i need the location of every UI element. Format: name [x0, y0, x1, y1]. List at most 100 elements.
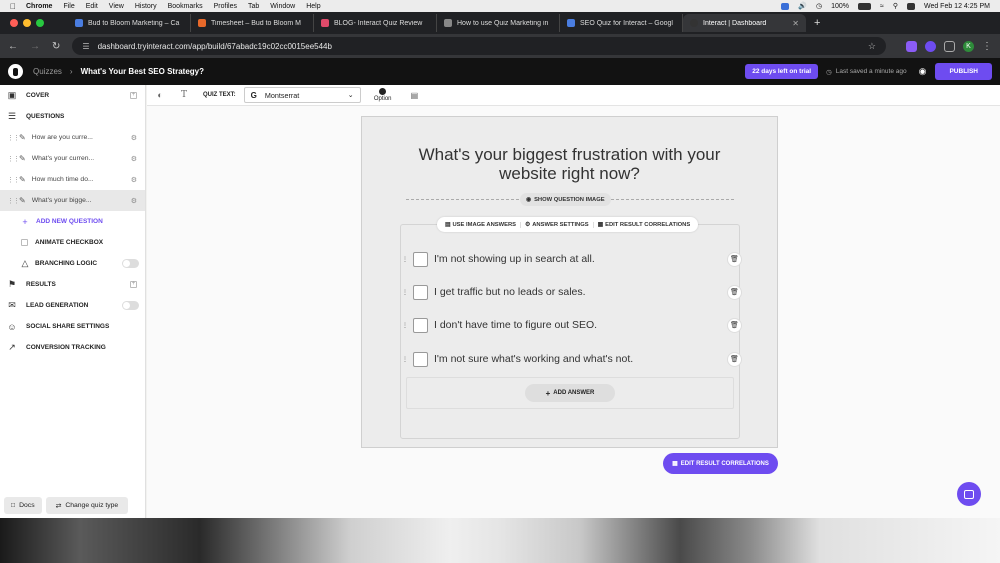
trash-icon[interactable]: 🗑 — [727, 351, 742, 367]
browser-tab[interactable]: Timesheet – Bud to Bloom M — [191, 14, 314, 32]
lead-generation-toggle[interactable] — [122, 301, 139, 310]
menu-tab[interactable]: Tab — [248, 3, 259, 10]
browser-menu-icon[interactable]: ⋮ — [982, 41, 992, 52]
trash-icon[interactable]: 🗑 — [727, 251, 742, 267]
use-image-answers-button[interactable]: ▤ USE IMAGE ANSWERS — [441, 221, 522, 228]
timer-icon[interactable]: ◷ — [816, 2, 822, 10]
clock[interactable]: Wed Feb 12 4:25 PM — [924, 3, 990, 10]
branching-logic-toggle[interactable] — [122, 259, 139, 268]
add-new-question-button[interactable]: + ADD NEW QUESTION — [0, 211, 145, 232]
gear-icon[interactable]: ⚙ — [131, 197, 137, 205]
show-question-image-button[interactable]: ◉ SHOW QUESTION IMAGE — [520, 193, 611, 206]
answer-text[interactable]: I get traffic but no leads or sales. — [434, 286, 586, 298]
browser-tab[interactable]: BLOG- Interact Quiz Review — [314, 14, 437, 32]
drag-handle-icon[interactable]: ⋮ — [402, 356, 410, 363]
add-cover-icon[interactable]: + — [130, 92, 137, 99]
image-icon[interactable]: ▤ — [411, 91, 419, 100]
menu-file[interactable]: File — [63, 3, 74, 10]
close-tab-icon[interactable]: ✕ — [792, 19, 799, 28]
add-answer-button[interactable]: + ADD ANSWER — [525, 384, 615, 402]
trash-icon[interactable]: 🗑 — [727, 284, 742, 300]
menu-view[interactable]: View — [109, 3, 124, 10]
search-icon[interactable]: ⚲ — [893, 2, 898, 10]
option-color-picker[interactable]: Option — [371, 88, 395, 102]
browser-tab[interactable]: How to use Quiz Marketing in — [437, 14, 560, 32]
close-window-icon[interactable] — [10, 19, 18, 27]
bookmark-star-icon[interactable]: ☆ — [868, 41, 876, 52]
palette-icon[interactable]: ◐ — [155, 90, 165, 100]
sidebar-item-cover[interactable]: ▣ COVER + — [0, 85, 145, 106]
sidebar-item-conversion-tracking[interactable]: ↗ CONVERSION TRACKING — [0, 337, 145, 358]
browser-tab[interactable]: SEO Quiz for Interact – Googl — [560, 14, 683, 32]
zoom-status-icon[interactable] — [781, 2, 790, 10]
sidebar-question-item-selected[interactable]: ⋮⋮ ✎ What's your bigge... ⚙ — [0, 190, 145, 211]
quiz-title[interactable]: What's Your Best SEO Strategy? — [81, 67, 204, 76]
breadcrumb-quizzes[interactable]: Quizzes — [33, 67, 62, 76]
url-bar[interactable]: ☰ dashboard.tryinteract.com/app/build/67… — [72, 37, 886, 55]
sidebar-item-lead-generation[interactable]: ✉ LEAD GENERATION — [0, 295, 145, 316]
wifi-icon[interactable]: ≈ — [880, 3, 884, 10]
sidebar-item-social-share[interactable]: ☺ SOCIAL SHARE SETTINGS — [0, 316, 145, 337]
apple-icon[interactable]:  — [10, 2, 16, 11]
gear-icon[interactable]: ⚙ — [131, 176, 137, 184]
profile-avatar[interactable]: K — [963, 40, 974, 52]
animate-checkbox[interactable] — [21, 239, 28, 246]
publish-button[interactable]: PUBLISH — [935, 63, 992, 80]
answer-settings-button[interactable]: ⚙ ANSWER SETTINGS — [521, 221, 594, 228]
answer-checkbox[interactable] — [413, 284, 428, 300]
reload-icon[interactable]: ↻ — [52, 41, 60, 52]
extensions-puzzle-icon[interactable] — [944, 40, 955, 52]
docs-button[interactable]: □ Docs — [4, 497, 42, 514]
question-title[interactable]: What's your biggest frustration with you… — [362, 145, 777, 183]
chat-support-button[interactable] — [957, 482, 981, 506]
branching-logic-row[interactable]: △ BRANCHING LOGIC — [0, 253, 145, 274]
drag-handle-icon[interactable]: ⋮⋮ — [7, 155, 20, 163]
extension-icon[interactable] — [925, 40, 936, 52]
menu-window[interactable]: Window — [270, 3, 295, 10]
trash-icon[interactable]: 🗑 — [727, 317, 742, 333]
trial-badge[interactable]: 22 days left on trial — [745, 64, 819, 79]
volume-icon[interactable]: 🔊 — [798, 2, 807, 10]
answer-text[interactable]: I'm not showing up in search at all. — [434, 253, 595, 265]
answer-text[interactable]: I'm not sure what's working and what's n… — [434, 353, 633, 365]
interact-logo-icon[interactable] — [8, 64, 23, 79]
back-icon[interactable]: ← — [8, 41, 18, 52]
drag-handle-icon[interactable]: ⋮⋮ — [7, 197, 20, 205]
sidebar-item-questions[interactable]: ☰ QUESTIONS — [0, 106, 145, 127]
sidebar-item-results[interactable]: ⚑ RESULTS + — [0, 274, 145, 295]
maximize-window-icon[interactable] — [36, 19, 44, 27]
extension-icon[interactable] — [906, 40, 917, 52]
change-quiz-type-button[interactable]: ⇄ Change quiz type — [45, 497, 129, 514]
drag-handle-icon[interactable]: ⋮⋮ — [7, 176, 20, 184]
drag-handle-icon[interactable]: ⋮ — [402, 322, 410, 329]
menu-profiles[interactable]: Profiles — [214, 3, 237, 10]
control-center-icon[interactable] — [906, 2, 915, 10]
menu-bookmarks[interactable]: Bookmarks — [168, 3, 203, 10]
sidebar-question-item[interactable]: ⋮⋮ ✎ How much time do... ⚙ — [0, 169, 145, 190]
answer-checkbox[interactable] — [413, 351, 428, 367]
add-result-icon[interactable]: + — [130, 281, 137, 288]
gear-icon[interactable]: ⚙ — [131, 155, 137, 163]
answer-text[interactable]: I don't have time to figure out SEO. — [434, 319, 597, 331]
minimize-window-icon[interactable] — [23, 19, 31, 27]
sidebar-question-item[interactable]: ⋮⋮ ✎ What's your curren... ⚙ — [0, 148, 145, 169]
menu-app-name[interactable]: Chrome — [26, 3, 52, 10]
site-info-icon[interactable]: ☰ — [82, 42, 89, 51]
preview-eye-icon[interactable]: ◉ — [919, 66, 927, 77]
battery-icon[interactable] — [857, 2, 871, 10]
font-select[interactable]: G Montserrat ⌄ — [243, 87, 361, 103]
menu-edit[interactable]: Edit — [86, 3, 98, 10]
text-format-icon[interactable]: T — [179, 90, 189, 100]
new-tab-icon[interactable]: + — [814, 17, 820, 29]
edit-result-correlations-button[interactable]: ▦ EDIT RESULT CORRELATIONS — [663, 453, 778, 474]
drag-handle-icon[interactable]: ⋮ — [402, 289, 410, 296]
answer-checkbox[interactable] — [413, 317, 428, 333]
answer-checkbox[interactable] — [413, 251, 428, 267]
drag-handle-icon[interactable]: ⋮⋮ — [7, 134, 20, 142]
menu-help[interactable]: Help — [306, 3, 320, 10]
edit-result-correlations-small-button[interactable]: ▦ EDIT RESULT CORRELATIONS — [594, 222, 695, 228]
gear-icon[interactable]: ⚙ — [131, 134, 137, 142]
drag-handle-icon[interactable]: ⋮ — [402, 256, 410, 263]
browser-tab-active[interactable]: Interact | Dashboard ✕ — [683, 14, 806, 32]
animate-checkbox-row[interactable]: ANIMATE CHECKBOX — [0, 232, 145, 253]
